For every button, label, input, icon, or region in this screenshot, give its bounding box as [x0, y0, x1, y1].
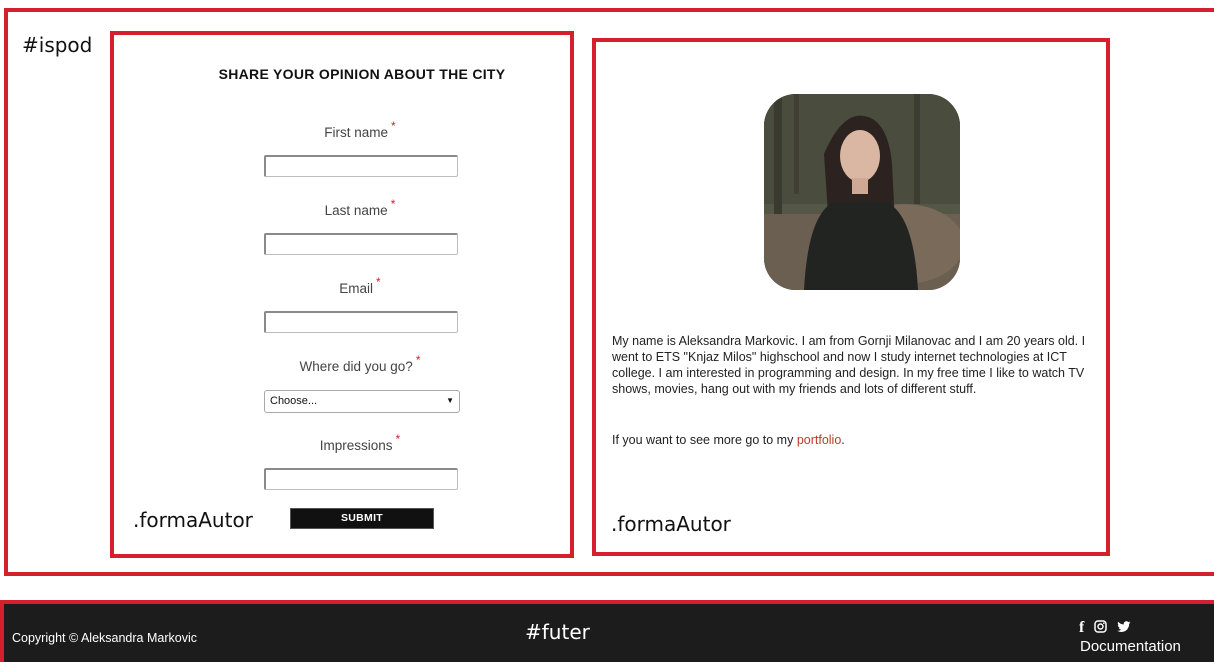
ispod-annotation: #ispod [22, 33, 93, 57]
forma-autor-left-annotation: .formaAutor [133, 508, 253, 532]
last-name-label: Last name * [324, 197, 396, 218]
impressions-label: Impressions * [319, 432, 401, 453]
author-bio: My name is Aleksandra Markovic. I am fro… [612, 334, 1086, 396]
first-name-input[interactable] [264, 155, 458, 177]
forma-autor-right-annotation: .formaAutor [611, 512, 731, 536]
facebook-icon[interactable]: f [1079, 619, 1084, 637]
futer-annotation: #futer [525, 620, 590, 644]
first-name-label: First name * [324, 119, 396, 140]
instagram-icon[interactable] [1094, 620, 1108, 636]
form-title: SHARE YOUR OPINION ABOUT THE CITY [218, 66, 506, 82]
copyright-text: Copyright © Aleksandra Markovic [12, 631, 197, 645]
last-name-input[interactable] [264, 233, 458, 255]
twitter-icon[interactable] [1117, 620, 1131, 636]
email-input[interactable] [264, 311, 458, 333]
impressions-input[interactable] [264, 468, 458, 490]
portfolio-link[interactable]: portfolio [797, 433, 841, 447]
required-mark: * [391, 119, 396, 133]
required-mark: * [376, 275, 381, 289]
where-did-you-go-label: Where did you go? * [299, 353, 421, 374]
submit-button[interactable]: SUBMIT [290, 508, 434, 529]
caret-down-icon: ▼ [446, 396, 454, 405]
author-photo [764, 94, 960, 290]
portrait-image [764, 94, 960, 290]
where-did-you-go-select[interactable]: Choose... ▼ [264, 390, 460, 413]
documentation-link[interactable]: Documentation [1080, 638, 1181, 655]
required-mark: * [390, 197, 396, 211]
select-value: Choose... [270, 395, 318, 407]
portfolio-line: If you want to see more go to my portfol… [612, 433, 845, 447]
social-links: f [1079, 619, 1131, 637]
required-mark: * [395, 432, 401, 446]
email-label: Email * [339, 275, 381, 296]
required-mark: * [415, 353, 421, 367]
